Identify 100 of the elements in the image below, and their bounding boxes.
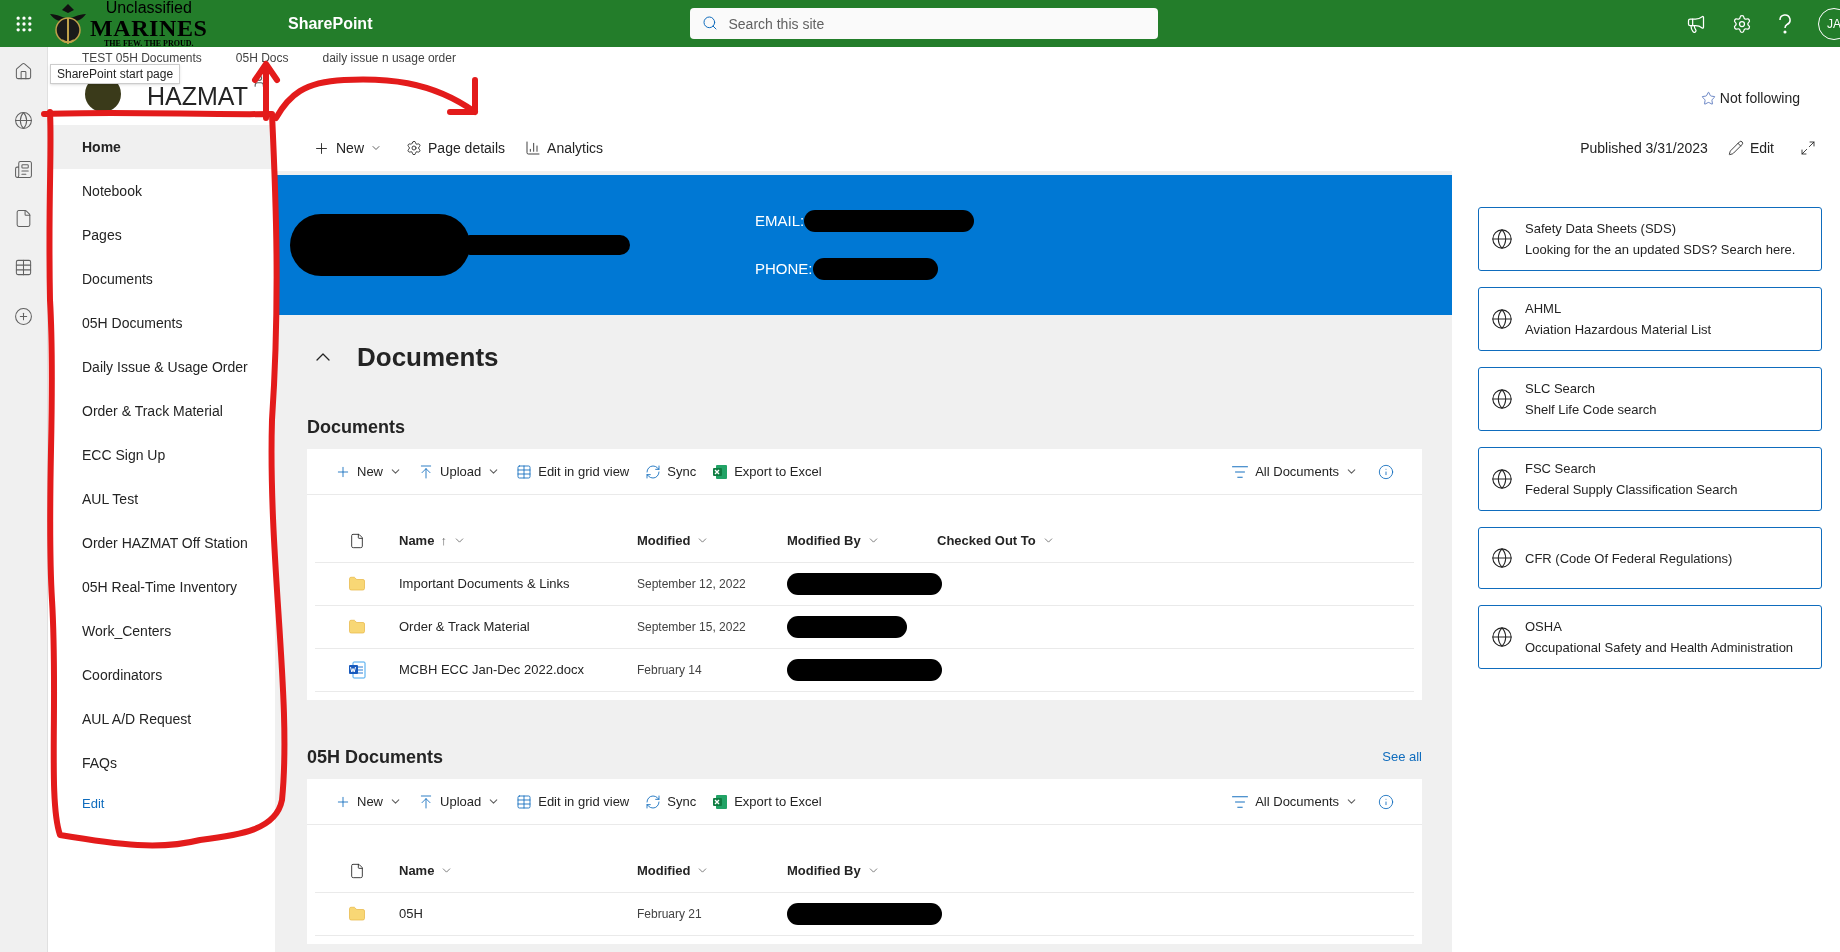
help-icon[interactable] — [1778, 13, 1792, 34]
column-header[interactable]: Modified By — [787, 530, 937, 551]
file-row[interactable]: Important Documents & Links September 12, 2022 — [315, 563, 1414, 606]
file-name: Important Documents & Links — [399, 575, 571, 594]
search-field[interactable]: Search this site — [690, 8, 1159, 39]
star-icon — [1700, 91, 1716, 106]
expand-icon[interactable] — [1800, 140, 1816, 156]
nav-item[interactable]: AUL Test — [48, 477, 275, 521]
file-row[interactable]: 05H February 21 — [315, 893, 1414, 936]
globe-icon — [1491, 468, 1513, 490]
nav-item[interactable]: Order & Track Material — [48, 389, 275, 433]
nav-item[interactable]: Documents — [48, 257, 275, 301]
file-type-icon — [349, 862, 365, 879]
toolbar-button[interactable]: Export to Excel — [712, 791, 822, 812]
tooltip: SharePoint start page — [50, 64, 181, 84]
toolbar-button[interactable]: Sync — [645, 461, 697, 482]
news-icon[interactable] — [14, 160, 33, 179]
view-selector[interactable]: All Documents — [1231, 461, 1358, 482]
file-row[interactable]: MCBH ECC Jan-Dec 2022.docx February 14 — [315, 649, 1414, 692]
view-selector[interactable]: All Documents — [1231, 791, 1358, 812]
settings-icon[interactable] — [1732, 13, 1752, 34]
grid-icon — [516, 793, 533, 810]
megaphone-icon[interactable] — [1686, 13, 1706, 34]
nav-item[interactable]: Daily Issue & Usage Order — [48, 345, 275, 389]
toolbar-button[interactable]: Export to Excel — [712, 461, 822, 482]
info-icon[interactable] — [1378, 793, 1394, 810]
nav-item[interactable]: Notebook — [48, 169, 275, 213]
toolbar-button[interactable]: Sync — [645, 791, 697, 812]
quick-link-card[interactable]: FSC Search Federal Supply Classification Search — [1478, 447, 1822, 511]
settings-icon — [406, 140, 422, 156]
file-name: Order & Track Material — [399, 618, 531, 637]
home-icon[interactable] — [14, 62, 33, 81]
edit-link[interactable]: Edit — [48, 785, 275, 823]
emblem-icon — [48, 1, 88, 46]
quick-link-card[interactable]: Safety Data Sheets (SDS) Looking for the an updated SDS? Search here. — [1478, 207, 1822, 271]
quick-link-card[interactable]: SLC Search Shelf Life Code search — [1478, 367, 1822, 431]
nav-item[interactable]: FAQs — [48, 741, 275, 785]
folder-icon — [348, 618, 366, 636]
file-name: 05H — [399, 905, 424, 924]
nav-item[interactable]: 05H Documents — [48, 301, 275, 345]
upload-icon — [418, 463, 434, 480]
toolbar-button[interactable]: Edit in grid view — [516, 461, 630, 482]
column-header[interactable]: Checked Out To — [937, 530, 1087, 551]
link-description: Occupational Safety and Health Administration — [1525, 639, 1794, 656]
nav-item[interactable]: Pages — [48, 213, 275, 257]
link-description: Shelf Life Code search — [1525, 401, 1657, 418]
column-header[interactable]: Modified By — [787, 860, 937, 881]
edit-button[interactable]: Edit — [1727, 137, 1774, 159]
site-title[interactable]: HAZMAT — [147, 84, 248, 108]
see-all-link[interactable]: See all — [1382, 747, 1422, 767]
sync-icon — [645, 793, 662, 810]
nav-item[interactable]: ECC Sign Up — [48, 433, 275, 477]
link-description: Federal Supply Classification Search — [1525, 481, 1738, 498]
quick-link-card[interactable]: OSHA Occupational Safety and Health Administration — [1478, 605, 1822, 669]
create-icon[interactable] — [14, 307, 33, 326]
nav-item[interactable]: AUL A/D Request — [48, 697, 275, 741]
nav-item[interactable]: Order HAZMAT Off Station — [48, 521, 275, 565]
toolbar-button[interactable]: Upload — [418, 461, 501, 482]
email-label: EMAIL: — [755, 210, 805, 231]
column-header[interactable]: Name ↑ — [399, 530, 637, 551]
toolbar-button[interactable]: New — [335, 461, 402, 482]
analytics-button[interactable]: Analytics — [525, 137, 604, 159]
link-description: Looking for the an updated SDS? Search here. — [1525, 241, 1796, 258]
link-title: OSHA — [1525, 618, 1563, 635]
file-icon[interactable] — [14, 209, 33, 228]
pencil-icon — [1727, 140, 1744, 156]
nav-item[interactable]: Work_Centers — [48, 609, 275, 653]
modified-date: September 12, 2022 — [637, 576, 747, 593]
toolbar-button[interactable]: New — [335, 791, 402, 812]
modified-date: February 21 — [637, 906, 703, 923]
list-icon[interactable] — [14, 258, 33, 277]
follow-button[interactable]: Not following — [1700, 88, 1800, 109]
info-icon[interactable] — [1378, 463, 1394, 480]
file-name: MCBH ECC Jan-Dec 2022.docx — [399, 661, 585, 680]
file-row[interactable]: Order & Track Material September 15, 2022 — [315, 606, 1414, 649]
nav-item[interactable]: Coordinators — [48, 653, 275, 697]
quick-link-card[interactable]: AHML Aviation Hazardous Material List — [1478, 287, 1822, 351]
column-header[interactable]: Name — [399, 860, 637, 881]
link-title: CFR (Code Of Federal Regulations) — [1525, 549, 1733, 567]
column-header[interactable]: Modified — [637, 530, 787, 551]
hub-nav-link[interactable]: TEST 05H Documents — [82, 49, 202, 67]
quick-link-card[interactable]: CFR (Code Of Federal Regulations) — [1478, 527, 1822, 589]
spreadsheet-icon — [712, 793, 729, 810]
toolbar-button[interactable]: Edit in grid view — [516, 791, 630, 812]
globe-icon — [1491, 547, 1513, 569]
link-title: Safety Data Sheets (SDS) — [1525, 220, 1677, 237]
column-header[interactable]: Modified — [637, 860, 787, 881]
section-title: Documents — [357, 340, 499, 374]
globe-icon — [1491, 228, 1513, 250]
link-title: SLC Search — [1525, 380, 1597, 397]
hub-nav-link[interactable]: 05H Docs — [235, 49, 289, 67]
published-date: Published 3/31/2023 — [1580, 138, 1708, 158]
app-name[interactable]: SharePoint — [288, 11, 373, 36]
new-button[interactable]: New — [313, 137, 382, 159]
toolbar-button[interactable]: Upload — [418, 791, 501, 812]
nav-item[interactable]: 05H Real-Time Inventory — [48, 565, 275, 609]
hub-nav-link[interactable]: daily issue n usage order — [322, 49, 456, 67]
page-details-button[interactable]: Page details — [406, 137, 506, 159]
globe-icon[interactable] — [14, 111, 33, 130]
link-title: FSC Search — [1525, 460, 1597, 477]
